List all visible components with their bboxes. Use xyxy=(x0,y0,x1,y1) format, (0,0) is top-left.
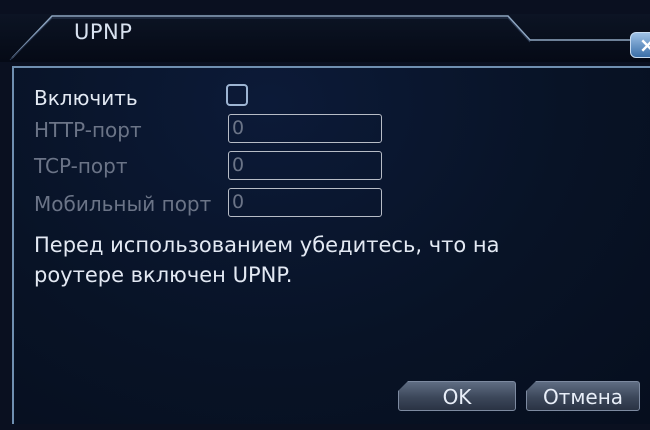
title-bar: UPNP × xyxy=(0,14,650,62)
mobile-port-field[interactable]: 0 xyxy=(228,188,382,217)
upnp-dialog: UPNP × Включить HTTP-порт 0 TCP-порт 0 М… xyxy=(0,0,650,430)
tcp-port-label: TCP-порт xyxy=(34,154,128,178)
ok-button[interactable]: OK xyxy=(398,381,516,411)
tcp-port-field[interactable]: 0 xyxy=(228,151,382,180)
close-button[interactable]: × xyxy=(630,32,650,58)
enable-checkbox[interactable] xyxy=(226,84,248,106)
dialog-title: UPNP xyxy=(74,20,133,44)
mobile-port-label: Мобильный порт xyxy=(34,192,212,216)
cancel-button[interactable]: Отмена xyxy=(526,381,640,411)
http-port-label: HTTP-порт xyxy=(34,118,142,142)
http-port-field[interactable]: 0 xyxy=(228,114,382,143)
upnp-notice-text: Перед использованием убедитесь, что на р… xyxy=(34,233,500,287)
close-icon: × xyxy=(639,33,650,57)
enable-label: Включить xyxy=(34,86,138,110)
